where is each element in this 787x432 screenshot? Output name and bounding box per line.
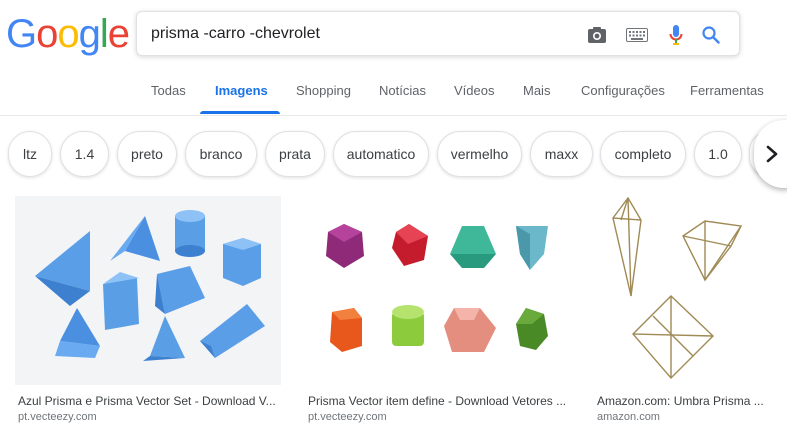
colored-prisms-image <box>304 196 570 385</box>
keyboard-icon[interactable] <box>625 23 649 47</box>
logo-letter: G <box>6 12 37 56</box>
related-chips-bar: ltz 1.4 preto branco prata automatico ve… <box>0 117 787 192</box>
result-title[interactable]: Azul Prisma e Prisma Vector Set - Downlo… <box>18 394 283 408</box>
chevron-right-icon <box>766 145 778 163</box>
chip[interactable]: preto <box>117 131 177 177</box>
result-source: amazon.com <box>597 411 660 423</box>
google-logo[interactable]: G o o g l e <box>6 10 130 58</box>
search-box <box>136 11 740 56</box>
chip[interactable]: 1.0 <box>694 131 742 177</box>
logo-letter: g <box>78 12 101 56</box>
result-thumbnail[interactable] <box>304 196 570 385</box>
chip[interactable]: vermelho <box>437 131 522 177</box>
search-input[interactable] <box>151 21 571 47</box>
camera-icon[interactable] <box>585 23 609 47</box>
search-icon[interactable] <box>699 23 723 47</box>
result-title[interactable]: Amazon.com: Umbra Prisma ... <box>597 394 767 408</box>
chip[interactable]: ltz <box>8 131 52 177</box>
search-tabs: Todas Imagens Shopping Notícias Vídeos M… <box>0 70 787 116</box>
chip[interactable]: completo <box>600 131 686 177</box>
microphone-icon[interactable] <box>664 23 688 47</box>
header: G o o g l e Todas Imagens Shopping Notíc… <box>0 0 787 116</box>
result-thumbnail[interactable] <box>15 196 281 385</box>
logo-letter: e <box>107 12 130 56</box>
logo-letter: l <box>99 12 109 56</box>
chip[interactable]: 1.4 <box>60 131 109 177</box>
chip[interactable]: automatico <box>333 131 429 177</box>
blue-prisms-image <box>15 196 281 385</box>
wire-prisms-image <box>593 196 767 385</box>
tab-todas[interactable]: Todas <box>151 83 186 98</box>
chip[interactable]: maxx <box>530 131 593 177</box>
tab-imagens[interactable]: Imagens <box>215 83 268 98</box>
tab-configuracoes[interactable]: Configurações <box>581 83 665 98</box>
result-source: pt.vecteezy.com <box>18 411 97 423</box>
tab-shopping[interactable]: Shopping <box>296 83 351 98</box>
tab-mais[interactable]: Mais <box>523 83 550 98</box>
result-thumbnail[interactable] <box>593 196 767 385</box>
active-tab-indicator <box>200 111 280 114</box>
chip[interactable]: branco <box>185 131 257 177</box>
tab-ferramentas[interactable]: Ferramentas <box>690 83 764 98</box>
tab-noticias[interactable]: Notícias <box>379 83 426 98</box>
chip[interactable]: prata <box>265 131 325 177</box>
result-source: pt.vecteezy.com <box>308 411 387 423</box>
tab-videos[interactable]: Vídeos <box>454 83 494 98</box>
logo-letter: o <box>57 12 79 56</box>
logo-letter: o <box>36 12 58 56</box>
result-title[interactable]: Prisma Vector item define - Download Vet… <box>308 394 570 408</box>
